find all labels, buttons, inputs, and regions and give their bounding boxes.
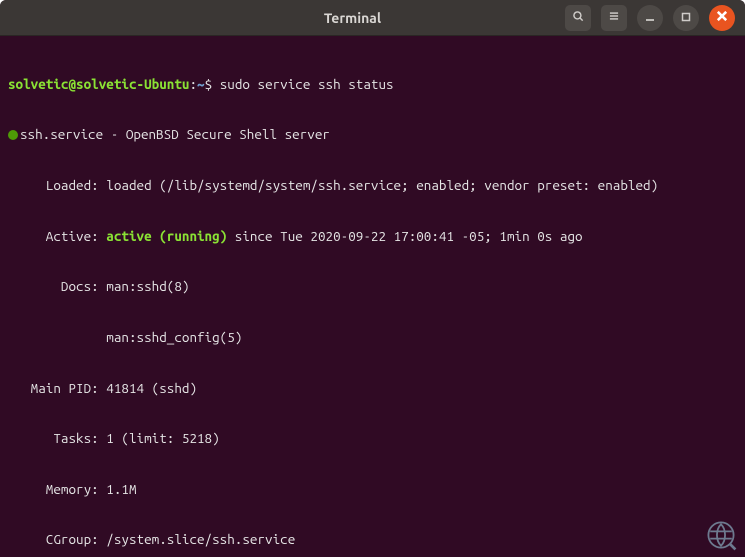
status-dot-icon bbox=[8, 130, 18, 140]
command-text: sudo service ssh status bbox=[220, 76, 394, 92]
loaded-line: Loaded: loaded (/lib/systemd/system/ssh.… bbox=[8, 177, 737, 194]
maximize-icon bbox=[681, 11, 691, 25]
window-title: Terminal bbox=[140, 10, 565, 26]
memory-line: Memory: 1.1M bbox=[8, 481, 737, 498]
active-status: active (running) bbox=[106, 228, 227, 244]
menu-button[interactable] bbox=[601, 5, 627, 31]
watermark-icon bbox=[703, 517, 739, 553]
prompt-user: solvetic@solvetic-Ubuntu bbox=[8, 76, 189, 92]
docs-line-1: Docs: man:sshd(8) bbox=[8, 278, 737, 295]
terminal-window: Terminal bbox=[0, 0, 745, 557]
hamburger-icon bbox=[607, 9, 621, 26]
search-icon bbox=[571, 9, 585, 26]
close-icon bbox=[715, 9, 729, 26]
prompt-sigil: $ bbox=[205, 76, 213, 92]
active-line: Active: active (running) since Tue 2020-… bbox=[8, 228, 737, 245]
close-button[interactable] bbox=[709, 5, 735, 31]
cgroup-line-1: CGroup: /system.slice/ssh.service bbox=[8, 531, 737, 548]
titlebar: Terminal bbox=[0, 0, 745, 36]
prompt-line-1: solvetic@solvetic-Ubuntu:~$ sudo service… bbox=[8, 76, 737, 93]
search-button[interactable] bbox=[565, 5, 591, 31]
terminal-body[interactable]: solvetic@solvetic-Ubuntu:~$ sudo service… bbox=[0, 36, 745, 557]
maximize-button[interactable] bbox=[673, 5, 699, 31]
service-header: ssh.service - OpenBSD Secure Shell serve… bbox=[8, 126, 737, 143]
tasks-line: Tasks: 1 (limit: 5218) bbox=[8, 430, 737, 447]
prompt-path: ~ bbox=[197, 76, 205, 92]
mainpid-line: Main PID: 41814 (sshd) bbox=[8, 380, 737, 397]
docs-line-2: man:sshd_config(5) bbox=[8, 329, 737, 346]
minimize-button[interactable] bbox=[637, 5, 663, 31]
minimize-icon bbox=[645, 11, 655, 25]
